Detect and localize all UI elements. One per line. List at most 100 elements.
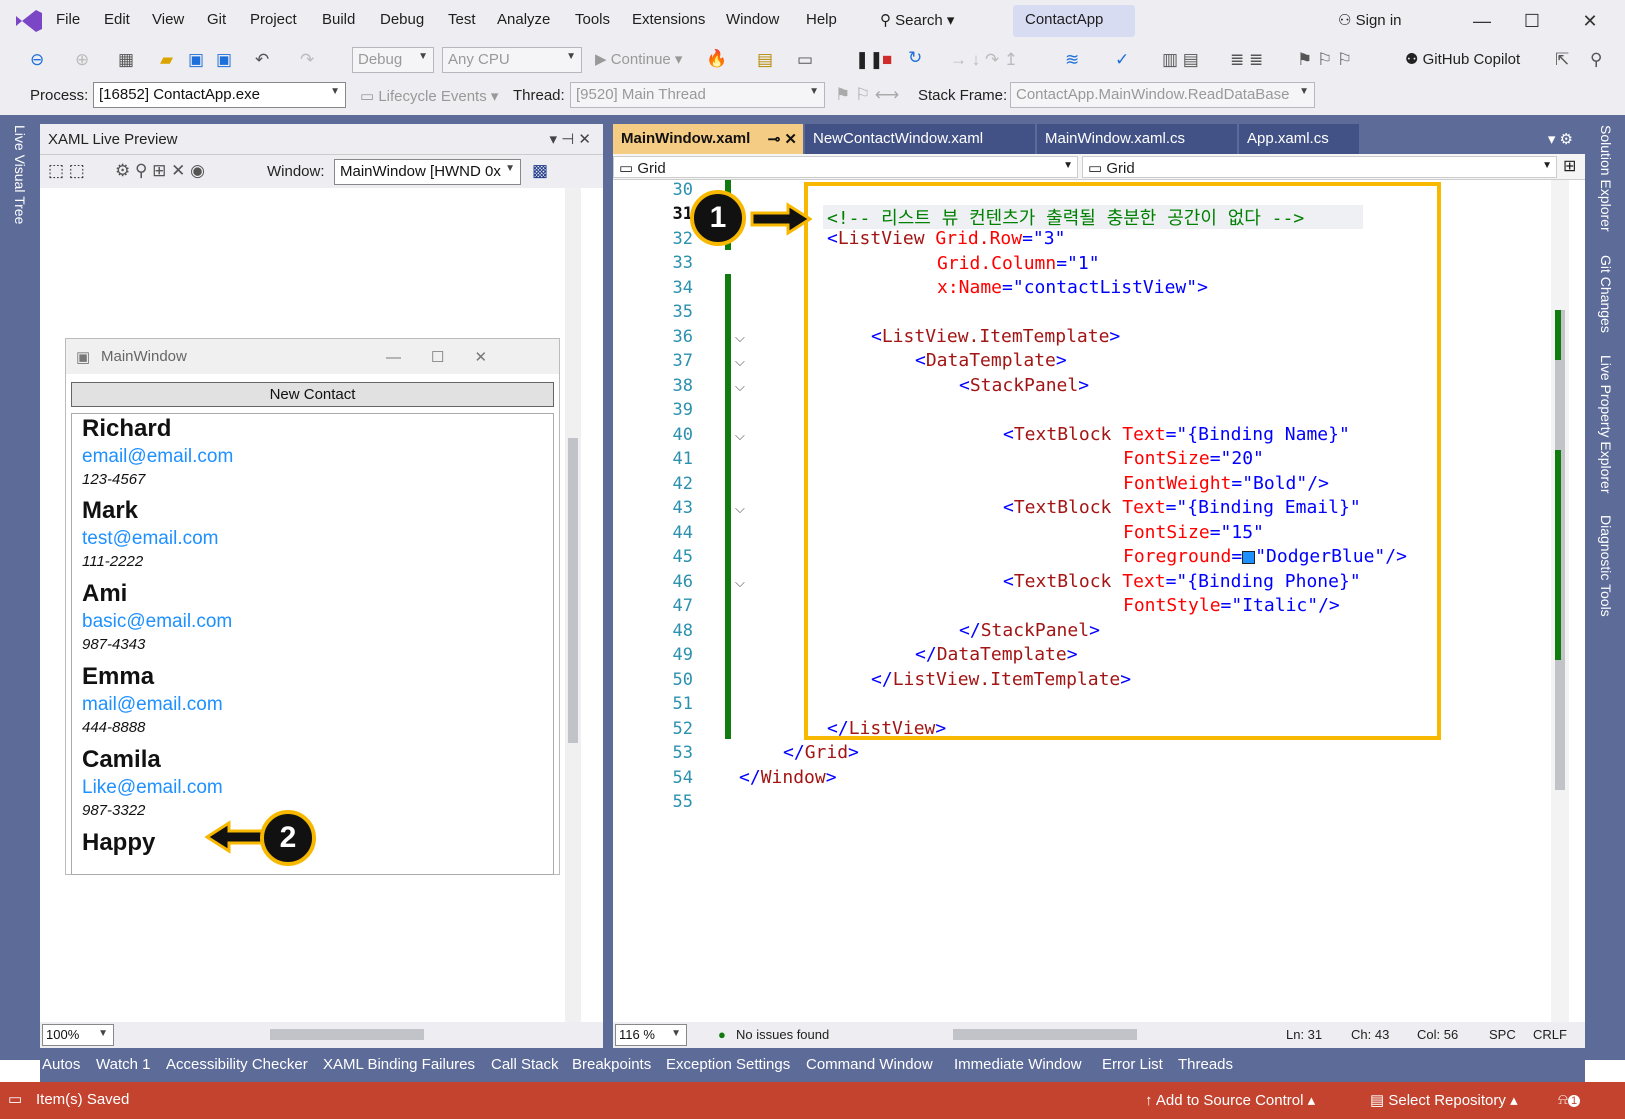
list-item[interactable]: Ami basic@email.com 987-4343 xyxy=(72,579,553,664)
browse-icon[interactable]: ▤ xyxy=(757,50,773,70)
diagnostics-icon[interactable]: ≋ xyxy=(1065,50,1079,70)
tab-exception-settings[interactable]: Exception Settings xyxy=(666,1056,790,1073)
editor-zoom-dropdown[interactable]: 116 % ▼ xyxy=(615,1024,687,1046)
tab-error-list[interactable]: Error List xyxy=(1102,1056,1163,1073)
window-dropdown[interactable]: MainWindow [HWND 0x ▼ xyxy=(334,159,521,185)
panel-controls-icon[interactable]: ▾ ⊣ ✕ xyxy=(550,130,592,148)
tab-autos[interactable]: Autos xyxy=(42,1056,80,1073)
menu-extensions[interactable]: Extensions xyxy=(632,11,705,28)
copilot-button[interactable]: ⚉ GitHub Copilot xyxy=(1405,50,1520,68)
menu-git[interactable]: Git xyxy=(207,11,226,28)
menu-test[interactable]: Test xyxy=(448,11,476,28)
spellcheck-icon[interactable]: ✓ xyxy=(1115,50,1129,70)
menu-view[interactable]: View xyxy=(152,11,184,28)
tab-overflow-icon[interactable]: ▾ ⚙ xyxy=(1548,130,1573,148)
tab-newcontactwindow-xaml[interactable]: NewContactWindow.xaml xyxy=(805,124,1035,154)
close-tab-icon[interactable]: ⊸ ✕ xyxy=(768,130,797,148)
select-repository-button[interactable]: ▤ Select Repository ▴ xyxy=(1370,1091,1518,1109)
close-button[interactable]: ✕ xyxy=(1570,6,1610,36)
live-visual-tree-tab[interactable]: Live Visual Tree xyxy=(12,125,28,224)
tab-accessibility-checker[interactable]: Accessibility Checker xyxy=(166,1056,308,1073)
configuration-dropdown[interactable]: Debug ▼ xyxy=(352,47,434,73)
callout-badge-2: 2 xyxy=(260,810,316,866)
hot-reload-icon[interactable]: 🔥 xyxy=(706,49,727,69)
lifecycle-events-button[interactable]: ▭ Lifecycle Events ▾ xyxy=(360,87,498,105)
open-folder-icon[interactable]: ▰ xyxy=(160,50,173,70)
list-item[interactable]: Camila Like@email.com 987-3322 xyxy=(72,745,553,830)
list-item[interactable]: Emma mail@email.com 444-8888 xyxy=(72,662,553,747)
member-dropdown[interactable]: ▭ Grid ▼ xyxy=(1082,156,1557,178)
notifications-button[interactable]: ⍾ 1 xyxy=(1558,1091,1581,1108)
horizontal-scroll-thumb[interactable] xyxy=(270,1029,424,1040)
git-changes-tab[interactable]: Git Changes xyxy=(1598,255,1614,333)
menu-window[interactable]: Window xyxy=(726,11,779,28)
split-icon[interactable]: ⊞ xyxy=(1563,156,1576,176)
list-item[interactable]: Mark test@email.com 111-2222 xyxy=(72,496,553,581)
thread-dropdown[interactable]: [9520] Main Thread ▼ xyxy=(570,82,825,108)
back-icon[interactable]: ⊖ xyxy=(30,50,44,70)
tab-threads[interactable]: Threads xyxy=(1178,1056,1233,1073)
select-element-icon[interactable]: ⬚ ⬚ xyxy=(48,161,85,181)
tab-breakpoints[interactable]: Breakpoints xyxy=(572,1056,651,1073)
redo-icon[interactable]: ↷ xyxy=(300,50,314,70)
menu-tools[interactable]: Tools xyxy=(575,11,610,28)
indent-icon[interactable]: ≣ ≣ xyxy=(1230,50,1263,70)
tool-icons[interactable]: ⚙ ⚲ ⊞ ✕ ◉ xyxy=(115,161,205,181)
solution-explorer-tab[interactable]: Solution Explorer xyxy=(1598,125,1614,232)
bookmark-icon[interactable]: ⚑ ⚐ ⚐ xyxy=(1297,50,1352,70)
tab-watch[interactable]: Watch 1 xyxy=(96,1056,150,1073)
minimize-button[interactable]: — xyxy=(1462,6,1502,36)
menu-file[interactable]: File xyxy=(56,11,80,28)
share-icon[interactable]: ⇱ xyxy=(1555,50,1569,70)
attach-icon[interactable]: ▩ xyxy=(532,161,548,181)
save-all-icon[interactable]: ▣ xyxy=(216,50,232,70)
feedback-icon[interactable]: ⚲ xyxy=(1590,50,1602,70)
forward-icon[interactable]: ⊕ xyxy=(75,50,89,70)
save-icon[interactable]: ▣ xyxy=(188,50,204,70)
tab-mainwindow-xaml-cs[interactable]: MainWindow.xaml.cs xyxy=(1037,124,1237,154)
add-source-control-button[interactable]: ↑ Add to Source Control ▴ xyxy=(1145,1091,1315,1109)
tab-command-window[interactable]: Command Window xyxy=(806,1056,933,1073)
menu-project[interactable]: Project xyxy=(250,11,297,28)
undo-icon[interactable]: ↶ xyxy=(255,50,269,70)
flag-icon[interactable]: ⚑ ⚐ ⟷ xyxy=(835,85,899,105)
process-label: Process: xyxy=(30,87,89,104)
issues-status[interactable]: No issues found xyxy=(736,1027,829,1042)
preview-window-controls[interactable]: —☐✕ xyxy=(386,348,517,366)
zoom-dropdown[interactable]: 100% ▼ xyxy=(42,1024,114,1046)
menu-debug[interactable]: Debug xyxy=(380,11,424,28)
menu-analyze[interactable]: Analyze xyxy=(497,11,550,28)
menu-help[interactable]: Help xyxy=(806,11,837,28)
process-dropdown[interactable]: [16852] ContactApp.exe ▼ xyxy=(93,82,346,108)
layout-icon[interactable]: ▥ ▤ xyxy=(1162,50,1199,70)
menu-build[interactable]: Build xyxy=(322,11,355,28)
menu-edit[interactable]: Edit xyxy=(104,11,130,28)
preview-vertical-scrollbar[interactable] xyxy=(565,188,581,1022)
type-dropdown[interactable]: ▭ Grid ▼ xyxy=(613,156,1078,178)
new-project-icon[interactable]: ▦ xyxy=(118,50,134,70)
contact-list-view[interactable]: Richard email@email.com 123-4567 Mark test@… xyxy=(71,413,554,875)
editor-vertical-scrollbar[interactable] xyxy=(1551,180,1569,1022)
maximize-button[interactable]: ☐ xyxy=(1512,6,1552,36)
horizontal-scroll-thumb[interactable] xyxy=(953,1029,1137,1040)
continue-button[interactable]: ▶ Continue ▾ xyxy=(595,50,682,68)
pause-icon[interactable]: ❚❚ xyxy=(855,50,884,70)
stack-frame-dropdown[interactable]: ContactApp.MainWindow.ReadDataBase ▼ xyxy=(1010,82,1315,108)
tab-xaml-binding-failures[interactable]: XAML Binding Failures xyxy=(323,1056,475,1073)
step-icon[interactable]: → ↓ ↷ ↥ xyxy=(950,50,1018,70)
diagnostic-tools-tab[interactable]: Diagnostic Tools xyxy=(1598,515,1614,617)
stop-icon[interactable]: ■ xyxy=(882,50,892,70)
sign-in-button[interactable]: ⚇ Sign in xyxy=(1338,11,1402,29)
tab-app-xaml-cs[interactable]: App.xaml.cs xyxy=(1239,124,1359,154)
new-contact-button[interactable]: New Contact xyxy=(71,382,554,407)
scroll-thumb[interactable] xyxy=(568,438,578,743)
tab-call-stack[interactable]: Call Stack xyxy=(491,1056,559,1073)
tab-mainwindow-xaml[interactable]: MainWindow.xaml ⊸ ✕ xyxy=(613,124,803,154)
window-icon[interactable]: ▭ xyxy=(797,50,813,70)
search-box[interactable]: ⚲ Search ▾ xyxy=(880,11,954,29)
tab-immediate-window[interactable]: Immediate Window xyxy=(954,1056,1082,1073)
list-item[interactable]: Richard email@email.com 123-4567 xyxy=(72,414,553,499)
platform-dropdown[interactable]: Any CPU ▼ xyxy=(442,47,582,73)
live-property-explorer-tab[interactable]: Live Property Explorer xyxy=(1598,355,1614,494)
restart-icon[interactable]: ↻ xyxy=(908,48,922,68)
